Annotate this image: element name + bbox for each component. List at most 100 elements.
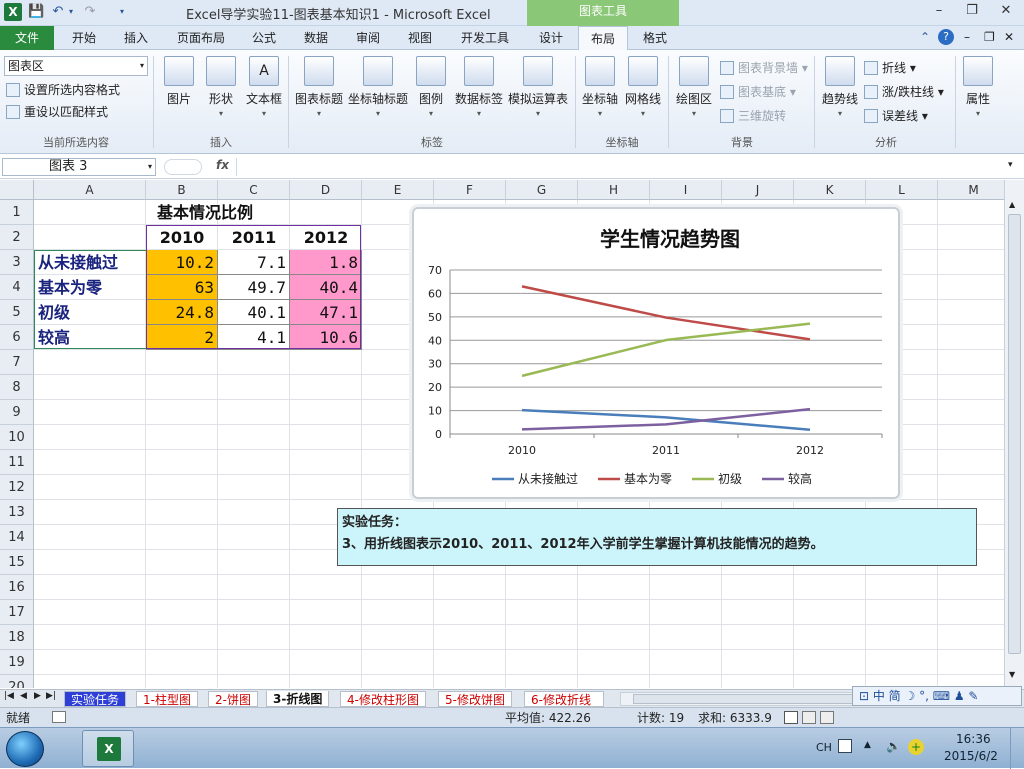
tab-view[interactable]: 视图 (398, 26, 442, 50)
minimize-button[interactable]: – (925, 2, 953, 20)
row-header[interactable]: 9 (0, 400, 34, 425)
properties-button[interactable]: 属性 ▾ (958, 56, 998, 130)
table-title[interactable]: 基本情况比例 (120, 200, 290, 225)
gridlines-button[interactable]: 网格线 ▾ (622, 56, 664, 130)
sheet-nav-last-icon[interactable]: ▶| (46, 691, 56, 701)
chart-title-button[interactable]: 图表标题 ▾ (292, 56, 346, 130)
tab-developer[interactable]: 开发工具 (450, 26, 520, 50)
row-header[interactable]: 14 (0, 525, 34, 550)
save-icon[interactable]: 💾 (28, 3, 44, 21)
undo-dropdown-icon[interactable]: ▾ (66, 3, 76, 21)
tab-format[interactable]: 格式 (632, 26, 678, 50)
row-header[interactable]: 6 (0, 325, 34, 350)
clock-date[interactable]: 2015/6/2 (944, 749, 998, 763)
workbook-close-icon[interactable]: ✕ (1004, 30, 1014, 44)
legend-button[interactable]: 图例 ▾ (412, 56, 450, 130)
normal-view-icon[interactable] (784, 711, 798, 724)
tab-page-layout[interactable]: 页面布局 (168, 26, 234, 50)
column-header[interactable]: J (722, 180, 794, 200)
column-header[interactable]: M (938, 180, 1004, 200)
tab-review[interactable]: 审阅 (346, 26, 390, 50)
chart-wall-button[interactable]: 图表背景墙 ▾ (720, 58, 808, 78)
row-header[interactable]: 15 (0, 550, 34, 575)
row-header[interactable]: 3 (0, 250, 34, 275)
row-header[interactable]: 4 (0, 275, 34, 300)
page-break-view-icon[interactable] (820, 711, 834, 724)
ime-toolbar[interactable]: ⊡ 中 简 ☽ °, ⌨ ♟ ✎ (852, 686, 1022, 706)
row-header[interactable]: 20 (0, 675, 34, 688)
select-all-corner[interactable] (0, 180, 34, 200)
sheet-nav-first-icon[interactable]: |◀ (4, 691, 14, 701)
scroll-up-icon[interactable]: ▲ (1009, 200, 1015, 209)
sheet-tab-edit-pie[interactable]: 5-修改饼图 (438, 691, 512, 707)
workbook-minimize-icon[interactable]: – (964, 30, 970, 44)
tab-home[interactable]: 开始 (62, 26, 106, 50)
tab-insert[interactable]: 插入 (114, 26, 158, 50)
workbook-restore-icon[interactable]: ❐ (984, 30, 995, 44)
sheet-nav-next-icon[interactable]: ▶ (34, 691, 41, 701)
column-header[interactable]: C (218, 180, 290, 200)
sheet-tab-task[interactable]: 实验任务 (64, 691, 127, 707)
insert-function-icon[interactable]: fx (216, 158, 229, 172)
start-button[interactable] (6, 731, 44, 767)
trendline-button[interactable]: 趋势线 ▾ (818, 56, 862, 130)
row-header[interactable]: 8 (0, 375, 34, 400)
column-header[interactable]: D (290, 180, 362, 200)
line-chart[interactable]: 学生情况趋势图 0 10 20 30 40 50 60 70 2010 2011 2012 从未接触过 基… (412, 207, 900, 499)
column-header[interactable]: I (650, 180, 722, 200)
insert-picture-button[interactable]: 图片 (160, 56, 198, 130)
error-bars-button[interactable]: 误差线 ▾ (864, 106, 928, 126)
name-box[interactable]: 图表 3 ▾ (2, 158, 156, 176)
row-header[interactable]: 2 (0, 225, 34, 250)
plot-area-button[interactable]: 绘图区 ▾ (672, 56, 716, 130)
tab-data[interactable]: 数据 (294, 26, 338, 50)
row-header[interactable]: 16 (0, 575, 34, 600)
rotation-3d-button[interactable]: 三维旋转 (720, 106, 786, 126)
tab-layout[interactable]: 布局 (578, 26, 628, 51)
column-header[interactable]: K (794, 180, 866, 200)
sheet-tab-edit-bar[interactable]: 4-修改柱形图 (340, 691, 426, 707)
undo-icon[interactable]: ↶ (50, 3, 66, 21)
redo-icon[interactable]: ↷ (82, 3, 98, 21)
close-button[interactable]: ✕ (992, 2, 1020, 20)
reset-style-button[interactable]: 重设以匹配样式 (6, 102, 108, 122)
clock-time[interactable]: 16:36 (956, 732, 991, 746)
column-header[interactable]: A (34, 180, 146, 200)
collapse-ribbon-icon[interactable]: ⌃ (920, 30, 930, 44)
chart-element-dropdown[interactable]: 图表区 ▾ (4, 56, 148, 76)
sheet-tab-pie-chart[interactable]: 2-饼图 (208, 691, 258, 707)
sheet-tab-line-chart[interactable]: 3-折线图 (266, 691, 330, 707)
sheet-tab-bar-chart[interactable]: 1-柱型图 (136, 691, 198, 707)
expand-formula-icon[interactable]: ▾ (1008, 160, 1013, 170)
show-desktop-button[interactable] (1010, 728, 1024, 769)
row-header[interactable]: 5 (0, 300, 34, 325)
row-header[interactable]: 11 (0, 450, 34, 475)
column-header[interactable]: H (578, 180, 650, 200)
page-layout-view-icon[interactable] (802, 711, 816, 724)
column-header[interactable]: B (146, 180, 218, 200)
formula-bar-expand-icon[interactable] (164, 159, 202, 175)
insert-textbox-button[interactable]: A 文本框 ▾ (242, 56, 286, 130)
tab-formulas[interactable]: 公式 (242, 26, 286, 50)
row-header[interactable]: 18 (0, 625, 34, 650)
macro-record-icon[interactable] (52, 711, 66, 723)
scroll-thumb[interactable] (1008, 214, 1021, 654)
row-header[interactable]: 12 (0, 475, 34, 500)
formula-input[interactable] (236, 158, 1006, 176)
tab-design[interactable]: 设计 (528, 26, 574, 50)
column-header[interactable]: L (866, 180, 938, 200)
show-hidden-icons[interactable]: ▲ (864, 740, 871, 750)
taskbar-excel-button[interactable]: X (82, 730, 134, 767)
row-header[interactable]: 13 (0, 500, 34, 525)
ime-tray-icon[interactable] (838, 739, 852, 753)
data-table-button[interactable]: 模拟运算表 ▾ (506, 56, 570, 130)
row-header[interactable]: 17 (0, 600, 34, 625)
network-icon[interactable]: + (908, 739, 924, 755)
axes-button[interactable]: 坐标轴 ▾ (580, 56, 620, 130)
row-header[interactable]: 7 (0, 350, 34, 375)
chart-floor-button[interactable]: 图表基底 ▾ (720, 82, 796, 102)
vertical-scrollbar[interactable]: ▲ ▼ (1004, 180, 1024, 689)
volume-icon[interactable]: 🔈 (886, 739, 901, 753)
column-header[interactable]: E (362, 180, 434, 200)
taskbar-lang[interactable]: CH (816, 741, 832, 754)
